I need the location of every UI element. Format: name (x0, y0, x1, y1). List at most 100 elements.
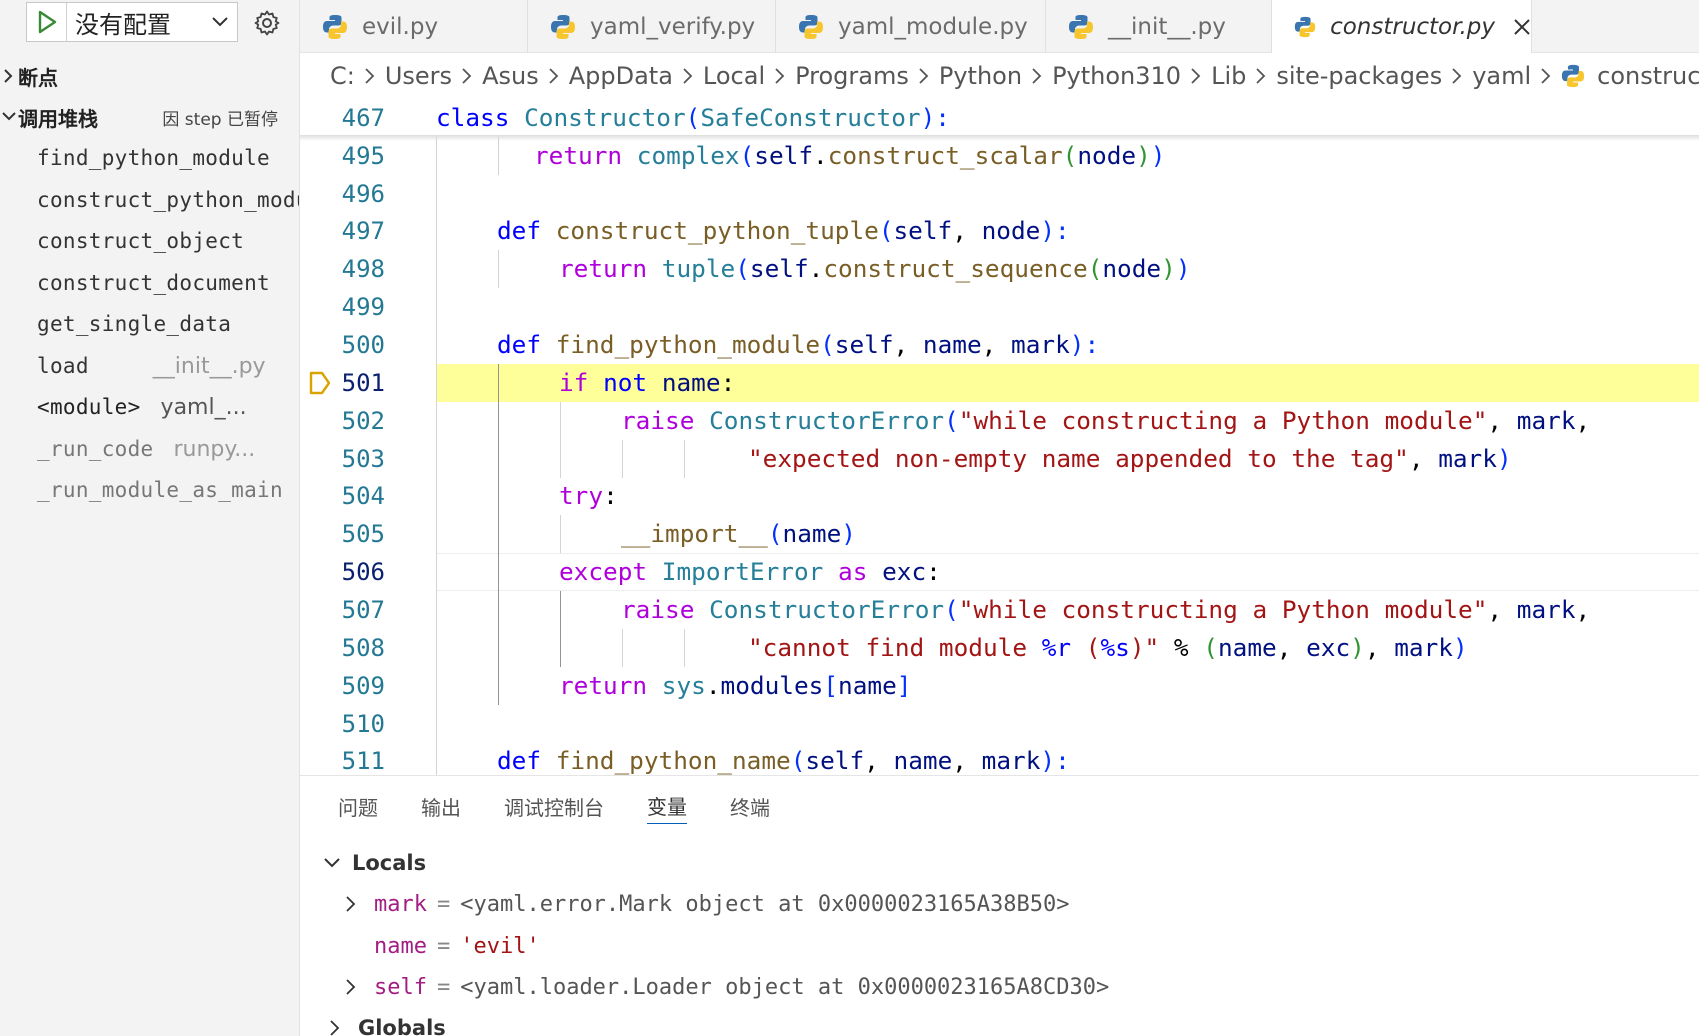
chevron-right-icon (330, 1020, 358, 1036)
code-line[interactable]: 509 return sys.modules[name] (300, 667, 1699, 705)
tab-constructor-py[interactable]: constructor.py (1272, 0, 1532, 54)
code-line[interactable]: 497 def construct_python_tuple(self, nod… (300, 212, 1699, 250)
code-line[interactable]: 495 return complex(self.construct_scalar… (300, 137, 1699, 175)
tab-label: evil.py (362, 13, 439, 40)
code-token: try (559, 481, 604, 510)
indent-guide-active (498, 364, 499, 705)
breadcrumb-item[interactable]: Python (939, 62, 1022, 90)
code-token: def (497, 330, 542, 359)
code-token: complex (636, 141, 740, 170)
chevron-right-icon (1191, 68, 1201, 84)
code-token: , (864, 746, 894, 775)
tab-terminal[interactable]: 终端 (730, 788, 770, 824)
close-icon[interactable] (1513, 18, 1531, 36)
breadcrumb-item[interactable]: Local (703, 62, 765, 90)
code-line[interactable]: 511 def find_python_name(self, name, mar… (300, 742, 1699, 775)
tab-init-py[interactable]: __init__.py (1046, 0, 1272, 53)
code-token: %r (1041, 633, 1072, 662)
current-execution-line[interactable]: 501 if not name: (300, 364, 1699, 402)
stack-frame[interactable]: <module> yaml_... (37, 388, 299, 426)
tab-output[interactable]: 输出 (421, 788, 461, 824)
stack-frame-function: load (37, 354, 89, 378)
indent-guide (560, 402, 561, 478)
tab-problems[interactable]: 问题 (338, 788, 378, 824)
tab-debug-console[interactable]: 调试控制台 (504, 788, 604, 824)
breadcrumb-item[interactable]: Python310 (1052, 62, 1181, 90)
stack-frame[interactable]: construct_object (37, 222, 299, 260)
variable-row[interactable]: name = 'evil' (346, 926, 540, 966)
breadcrumb-item[interactable]: yaml (1472, 62, 1531, 90)
code-token: % (1159, 633, 1204, 662)
code-token: mark (981, 746, 1041, 775)
code-line[interactable]: 508 "cannot find module %r (%s)" % (name… (300, 629, 1699, 667)
line-number: 467 (341, 104, 385, 132)
chevron-right-icon (365, 68, 375, 84)
code-token: def (497, 216, 542, 245)
code-line[interactable]: 500 def find_python_module(self, name, m… (300, 326, 1699, 364)
code-line[interactable]: 502 raise ConstructorError("while constr… (300, 402, 1699, 440)
indent-guide (498, 250, 499, 288)
tab-evil-py[interactable]: evil.py (300, 0, 528, 53)
code-token: ConstructorError (709, 406, 945, 435)
python-file-icon (1294, 16, 1316, 38)
chevron-right-icon (683, 68, 693, 84)
breadcrumb-item[interactable]: Programs (795, 62, 909, 90)
code-line[interactable]: 504 try: (300, 477, 1699, 515)
sticky-scroll-line[interactable]: 467 class Constructor(SafeConstructor): (300, 99, 1699, 137)
stack-frame[interactable]: construct_python_module (37, 181, 299, 219)
breakpoints-section-header[interactable]: 断点 (0, 58, 300, 94)
variable-row[interactable]: self = <yaml.loader.Loader object at 0x0… (346, 967, 1109, 1007)
launch-config-select[interactable]: 没有配置 (26, 2, 238, 42)
code-line[interactable]: 503 "expected non-empty name appended to… (300, 440, 1699, 478)
variable-equals: = (436, 974, 451, 1000)
code-line[interactable]: 505 __import__(name) (300, 515, 1699, 553)
tab-yaml-verify-py[interactable]: yaml_verify.py (528, 0, 776, 53)
code-line[interactable]: 496 (300, 175, 1699, 213)
code-token: )" (1129, 633, 1160, 662)
scope-label: Globals (358, 1016, 446, 1036)
code-token: exc (1306, 633, 1351, 662)
stack-frame[interactable]: _run_module_as_main (37, 471, 299, 509)
breadcrumb-file[interactable]: constructor.py (1561, 62, 1699, 90)
tab-variables[interactable]: 变量 (647, 788, 687, 824)
code-line[interactable]: 510 (300, 705, 1699, 743)
line-number: 497 (341, 217, 385, 245)
breadcrumb-item[interactable]: AppData (569, 62, 673, 90)
code-line[interactable]: 499 (300, 288, 1699, 326)
breadcrumb-item[interactable]: site-packages (1276, 62, 1442, 90)
python-file-icon (1069, 14, 1093, 39)
code-token: raise (621, 595, 695, 624)
chevron-down-icon[interactable] (203, 16, 237, 28)
stack-frame[interactable]: _run_code runpy... (37, 430, 299, 468)
breadcrumb-item[interactable]: Lib (1211, 62, 1246, 90)
tab-yaml-module-py[interactable]: yaml_module.py (776, 0, 1046, 53)
code-token: if (559, 368, 589, 397)
open-launch-json-button[interactable] (250, 6, 284, 40)
code-token: , (1487, 406, 1517, 435)
code-token: ( (735, 254, 750, 283)
stack-frame[interactable]: get_single_data (37, 305, 299, 343)
code-line[interactable]: 506 except ImportError as exc: (300, 553, 1699, 591)
code-line[interactable]: 507 raise ConstructorError("while constr… (300, 591, 1699, 629)
code-token: self (893, 216, 953, 245)
breadcrumb-item[interactable]: Asus (482, 62, 539, 90)
callstack-section-header[interactable]: 调用堆栈 因 step 已暂停 (0, 99, 300, 135)
locals-scope[interactable]: Locals (324, 843, 426, 883)
stack-frame[interactable]: find_python_module (37, 139, 299, 177)
breadcrumb-item[interactable]: C: (330, 62, 355, 90)
chevron-right-icon (462, 68, 472, 84)
line-number: 511 (341, 747, 385, 775)
stack-frame-function: <module> (37, 395, 141, 419)
variable-row[interactable]: mark = <yaml.error.Mark object at 0x0000… (346, 884, 1070, 924)
breadcrumb-item[interactable]: Users (385, 62, 452, 90)
code-token: . (813, 141, 828, 170)
stack-frame[interactable]: construct_document (37, 264, 299, 302)
code-token: ) (1452, 633, 1468, 662)
stack-frame[interactable]: load __init__.py (37, 347, 299, 385)
code-line[interactable]: 498 return tuple(self.construct_sequence… (300, 250, 1699, 288)
code-editor[interactable]: 467 class Constructor(SafeConstructor): … (300, 99, 1699, 775)
code-token: construct_scalar (827, 141, 1063, 170)
code-token: name (1217, 633, 1277, 662)
globals-scope[interactable]: Globals (330, 1008, 446, 1036)
start-debugging-button[interactable] (27, 3, 67, 41)
